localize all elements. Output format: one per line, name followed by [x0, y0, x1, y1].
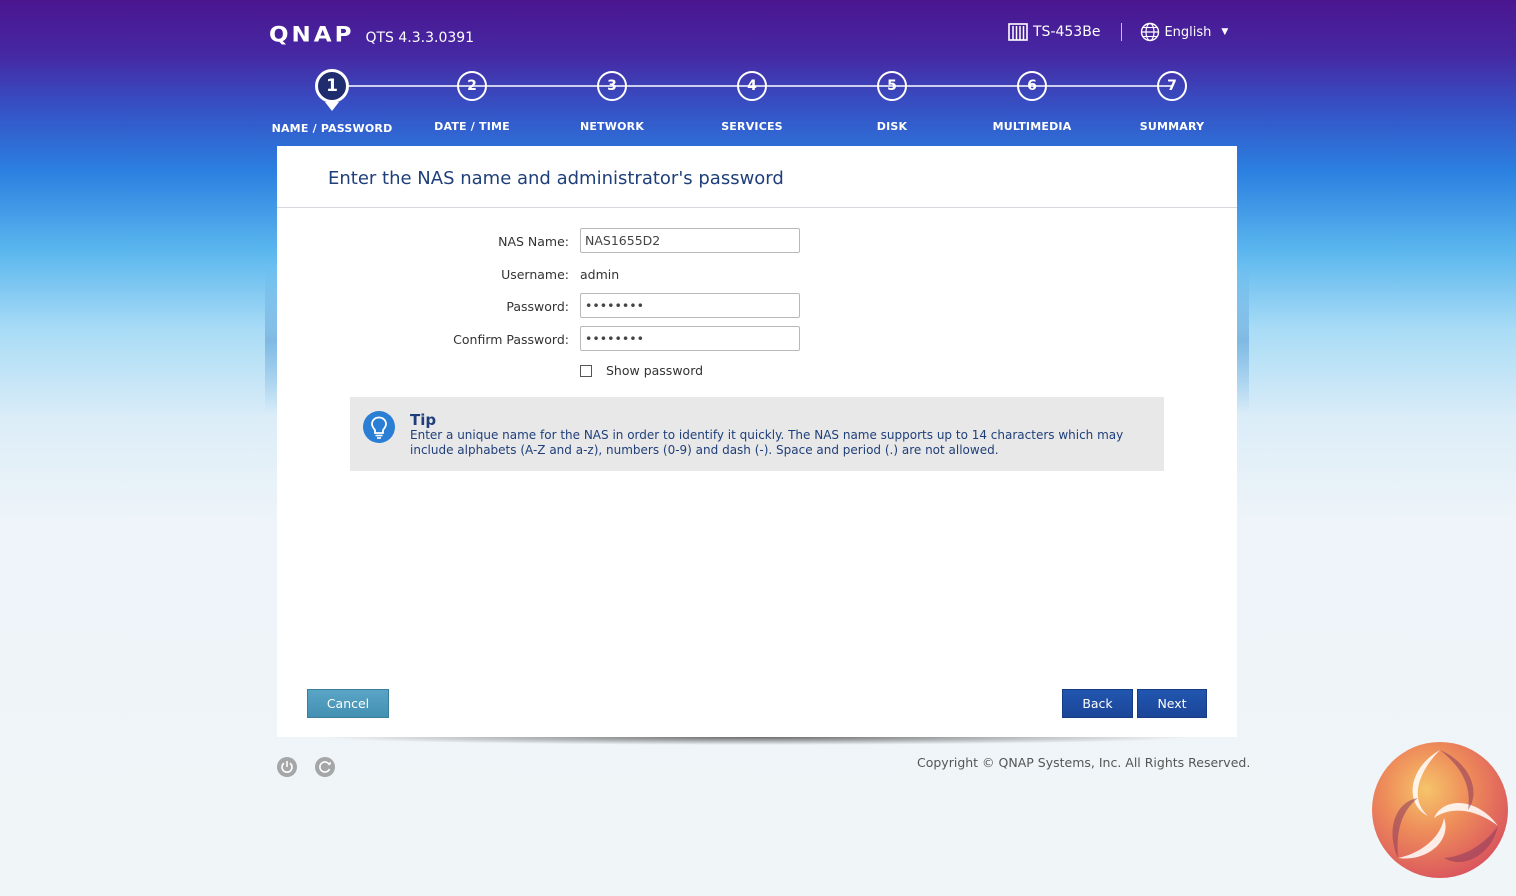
tip-box: Tip Enter a unique name for the NAS in o… [350, 397, 1164, 471]
back-button[interactable]: Back [1062, 689, 1133, 718]
panel-title: Enter the NAS name and administrator's p… [328, 168, 784, 189]
step-number: 1 [315, 69, 349, 111]
tip-title: Tip [410, 411, 437, 429]
step-disk: 5 DISK [817, 70, 967, 133]
step-number: 3 [597, 71, 627, 101]
step-number: 4 [737, 71, 767, 101]
show-password-option[interactable]: Show password [580, 363, 703, 378]
step-date-time: 2 DATE / TIME [397, 70, 547, 133]
divider [277, 207, 1237, 208]
show-password-checkbox[interactable] [580, 364, 592, 377]
lightbulb-icon [363, 411, 395, 443]
language-selector[interactable]: English [1164, 25, 1211, 40]
wizard-panel: Enter the NAS name and administrator's p… [277, 146, 1237, 737]
confirm-password-row: Confirm Password: [277, 326, 1237, 352]
tip-text: Enter a unique name for the NAS in order… [410, 428, 1124, 457]
cancel-button[interactable]: Cancel [307, 689, 389, 718]
step-name-password: 1 NAME / PASSWORD [257, 69, 407, 135]
step-summary: 7 SUMMARY [1097, 70, 1247, 133]
copyright-text: Copyright © QNAP Systems, Inc. All Right… [917, 755, 1251, 770]
password-input[interactable] [580, 293, 800, 318]
step-multimedia: 6 MULTIMEDIA [957, 70, 1107, 133]
panel-side-glow [265, 268, 277, 413]
step-label: SERVICES [721, 120, 783, 133]
step-number: 6 [1017, 71, 1047, 101]
header-separator [1121, 23, 1123, 41]
power-icon[interactable] [277, 757, 297, 777]
restart-icon[interactable] [315, 757, 335, 777]
brand: QNAP QTS 4.3.3.0391 [269, 22, 474, 48]
nas-device-icon [1008, 23, 1028, 41]
nas-name-label: NAS Name: [498, 234, 569, 249]
step-label: NAME / PASSWORD [271, 122, 393, 135]
wizard-steps: 1 NAME / PASSWORD 2 DATE / TIME 3 NETWOR… [0, 69, 1516, 140]
step-label: DATE / TIME [434, 120, 510, 133]
panel-side-glow [1237, 268, 1249, 413]
chevron-down-icon[interactable]: ▼ [1221, 27, 1228, 37]
username-label: Username: [501, 267, 569, 282]
next-button[interactable]: Next [1137, 689, 1207, 718]
password-label: Password: [506, 299, 569, 314]
show-password-label[interactable]: Show password [606, 363, 703, 378]
header-right: TS-453Be English ▼ [1008, 22, 1228, 42]
globe-icon[interactable] [1140, 22, 1160, 42]
step-label: MULTIMEDIA [992, 120, 1072, 133]
step-number: 5 [877, 71, 907, 101]
nas-name-input[interactable] [580, 228, 800, 253]
step-services: 4 SERVICES [677, 70, 827, 133]
step-label: NETWORK [579, 120, 645, 133]
confirm-password-label: Confirm Password: [453, 332, 569, 347]
footer-icons [277, 757, 353, 777]
step-label: SUMMARY [1139, 120, 1205, 133]
username-row: Username: admin [277, 261, 1237, 287]
kitguru-logo-icon [1368, 738, 1512, 882]
step-label: DISK [876, 120, 908, 133]
step-number: 2 [457, 71, 487, 101]
username-value: admin [580, 267, 620, 282]
nas-name-row: NAS Name: [277, 228, 1237, 254]
step-network: 3 NETWORK [537, 70, 687, 133]
firmware-version: QTS 4.3.3.0391 [365, 30, 475, 46]
step-number: 7 [1157, 71, 1187, 101]
password-row: Password: [277, 293, 1237, 319]
model-name: TS-453Be [1033, 24, 1101, 40]
panel-shadow [316, 737, 1198, 745]
qnap-logo: QNAP [269, 23, 355, 47]
confirm-password-input[interactable] [580, 326, 800, 351]
